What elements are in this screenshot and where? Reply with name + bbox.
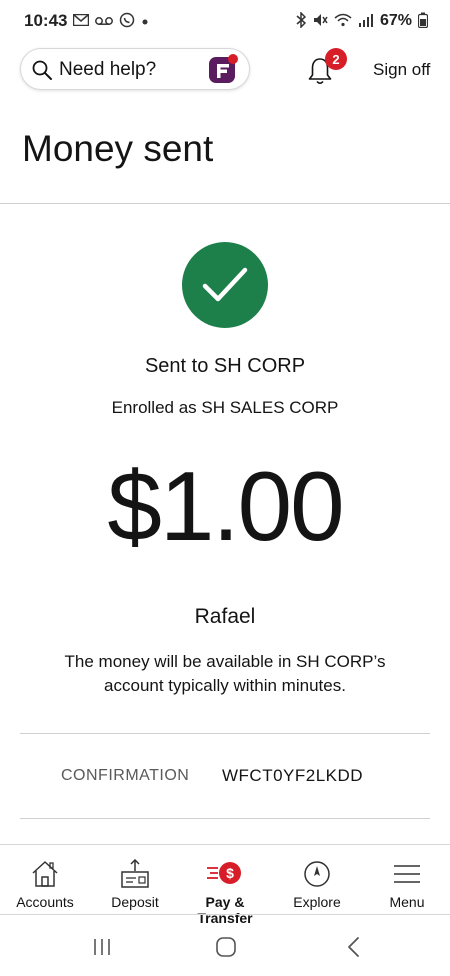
confirmation-divider-bottom bbox=[20, 818, 430, 819]
search-icon bbox=[31, 59, 53, 86]
confirmation-label: CONFIRMATION bbox=[61, 767, 190, 784]
nav-accounts[interactable]: Accounts bbox=[0, 845, 90, 915]
amount-sent: $1.00 bbox=[107, 451, 344, 561]
confirmation-divider-top bbox=[20, 733, 430, 734]
home-button[interactable] bbox=[212, 930, 240, 964]
notifications-button[interactable]: 2 bbox=[305, 48, 347, 90]
page-title: Money sent bbox=[22, 128, 214, 169]
bluetooth-icon bbox=[296, 10, 307, 31]
sent-to-text: Sent to SH CORP bbox=[144, 355, 306, 377]
signal-icon bbox=[358, 13, 374, 30]
nav-deposit[interactable]: Deposit bbox=[90, 845, 180, 915]
search-input[interactable]: Need help? bbox=[20, 48, 250, 90]
dot-icon bbox=[141, 14, 149, 29]
nav-label-deposit: Deposit bbox=[111, 894, 159, 910]
confirmation-number: WFCT0YF2LKDD bbox=[222, 766, 364, 785]
voicemail-icon bbox=[95, 14, 114, 29]
bottom-nav: Accounts Deposit $ Pay & Transfer Explor… bbox=[0, 844, 450, 926]
status-time: 10:43 bbox=[24, 11, 68, 30]
nav-label-accounts: Accounts bbox=[16, 894, 74, 910]
svg-text:$: $ bbox=[226, 865, 234, 881]
nav-explore[interactable]: Explore bbox=[272, 845, 362, 915]
availability-message: The money will be available in SH CORP’s… bbox=[64, 652, 386, 695]
recipient-name: Rafael bbox=[194, 605, 256, 628]
top-bar: Need help? 2 Sign off bbox=[0, 42, 450, 98]
notification-badge: 2 bbox=[325, 48, 347, 70]
status-left: 10:43 bbox=[24, 11, 149, 31]
compass-icon bbox=[272, 859, 362, 891]
battery-icon bbox=[417, 12, 429, 31]
nav-menu[interactable]: Menu bbox=[362, 845, 450, 915]
nav-label-menu: Menu bbox=[389, 894, 425, 910]
success-check-icon bbox=[182, 242, 268, 328]
deposit-icon bbox=[90, 859, 180, 891]
recent-apps-button[interactable] bbox=[88, 930, 116, 964]
nav-pay-transfer[interactable]: $ Pay & Transfer bbox=[180, 845, 270, 926]
nav-bottom-line bbox=[0, 914, 450, 915]
sign-off-link[interactable]: Sign off bbox=[373, 60, 430, 80]
house-icon bbox=[0, 859, 90, 891]
title-divider bbox=[0, 203, 450, 204]
hamburger-icon bbox=[362, 859, 450, 891]
gmail-icon bbox=[73, 13, 90, 29]
mute-icon bbox=[312, 12, 328, 31]
whatsapp-icon bbox=[119, 12, 135, 31]
battery-level: 67% bbox=[379, 12, 412, 29]
enrolled-as-text: Enrolled as SH SALES CORP bbox=[111, 398, 339, 417]
status-bar: 10:43 67% bbox=[0, 0, 450, 42]
wifi-icon bbox=[334, 13, 352, 30]
android-nav-bar bbox=[0, 918, 450, 976]
pay-transfer-icon: $ bbox=[180, 859, 270, 891]
nav-label-explore: Explore bbox=[293, 894, 341, 910]
search-placeholder: Need help? bbox=[59, 59, 157, 80]
fargo-assistant-icon[interactable] bbox=[206, 53, 240, 92]
back-button[interactable] bbox=[340, 930, 368, 964]
status-right: 67% bbox=[296, 10, 429, 31]
